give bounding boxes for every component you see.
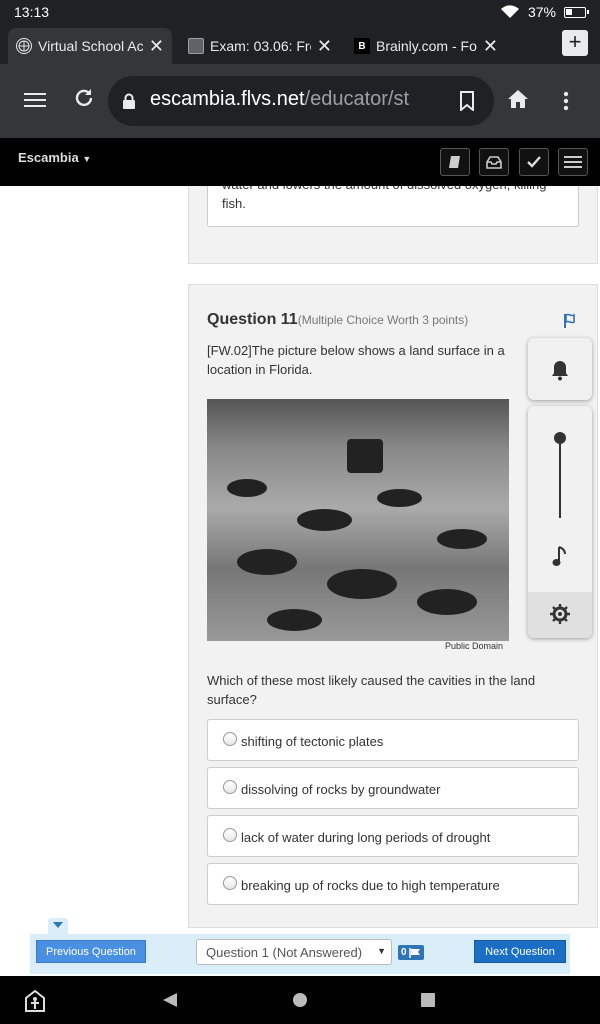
accessibility-icon[interactable] bbox=[24, 990, 46, 1012]
answer-option[interactable]: Nitrates increase the amount of organic … bbox=[207, 186, 579, 227]
site-nav: Escambia ▼ bbox=[0, 138, 600, 186]
gear-icon bbox=[550, 604, 570, 624]
status-indicators: 37% bbox=[500, 4, 589, 20]
collapse-toggle[interactable] bbox=[48, 918, 68, 934]
tab-exam[interactable]: Exam: 03.06: Fre ✕ bbox=[180, 28, 340, 64]
radio-button[interactable] bbox=[223, 828, 237, 842]
question-prompt: Which of these most likely caused the ca… bbox=[207, 673, 536, 707]
home-icon[interactable] bbox=[507, 88, 529, 117]
back-icon[interactable] bbox=[162, 992, 178, 1008]
brand-label: Escambia bbox=[18, 150, 79, 165]
option-label: dissolving of rocks by groundwater bbox=[241, 782, 441, 797]
volume-panel bbox=[528, 338, 592, 638]
previous-question-card: Nitrates increase the amount of organic … bbox=[188, 186, 598, 264]
new-tab-button[interactable]: + bbox=[562, 30, 588, 56]
address-bar[interactable]: escambia.flvs.net/educator/st bbox=[108, 76, 494, 126]
close-tab-icon[interactable]: ✕ bbox=[317, 36, 332, 57]
option-label: Nitrates increase the amount of organic … bbox=[222, 186, 546, 211]
status-bar: 13:13 37% bbox=[0, 0, 600, 24]
close-tab-icon[interactable]: ✕ bbox=[149, 36, 164, 57]
radio-button[interactable] bbox=[223, 780, 237, 794]
option-label: lack of water during long periods of dro… bbox=[241, 830, 491, 845]
check-button[interactable] bbox=[519, 148, 549, 176]
tab-title: Virtual School Ac bbox=[38, 38, 143, 54]
tab-title: Brainly.com - For bbox=[376, 38, 477, 54]
radio-button[interactable] bbox=[223, 732, 237, 746]
flag-icon[interactable] bbox=[563, 313, 579, 334]
answer-option[interactable]: dissolving of rocks by groundwater bbox=[207, 767, 579, 809]
flag-icon bbox=[408, 947, 420, 958]
more-options-icon[interactable] bbox=[563, 90, 569, 118]
recents-icon[interactable] bbox=[420, 992, 436, 1008]
reload-icon[interactable] bbox=[72, 86, 96, 117]
browser-tab-strip: Virtual School Ac ✕ Exam: 03.06: Fre ✕ B… bbox=[0, 24, 600, 64]
answer-option[interactable]: shifting of tectonic plates bbox=[207, 719, 579, 761]
flag-count-badge[interactable]: 0 bbox=[398, 945, 424, 960]
next-question-button[interactable]: Next Question bbox=[474, 940, 566, 963]
question-text: [FW.02]The picture below shows a land su… bbox=[207, 343, 505, 377]
hamburger-menu-button[interactable] bbox=[558, 148, 588, 176]
option-label: breaking up of rocks due to high tempera… bbox=[241, 878, 500, 893]
bell-icon bbox=[552, 361, 568, 381]
tab-title: Exam: 03.06: Fre bbox=[210, 38, 311, 54]
battery-percent: 37% bbox=[527, 4, 556, 20]
wifi-icon bbox=[500, 5, 519, 19]
battery-icon bbox=[564, 6, 589, 18]
volume-slider-track[interactable] bbox=[559, 436, 561, 518]
flag-count: 0 bbox=[401, 947, 407, 958]
brainly-icon: B bbox=[354, 38, 370, 54]
answer-option[interactable]: breaking up of rocks due to high tempera… bbox=[207, 863, 579, 905]
image-credit: Public Domain bbox=[445, 641, 504, 651]
question-worth: (Multiple Choice Worth 3 points) bbox=[297, 313, 469, 327]
check-icon bbox=[527, 156, 541, 168]
book-icon bbox=[449, 156, 460, 168]
home-circle-icon[interactable] bbox=[292, 992, 308, 1008]
settings-button[interactable] bbox=[528, 592, 592, 638]
inbox-icon bbox=[486, 156, 502, 169]
volume-slider-panel bbox=[528, 406, 592, 638]
globe-icon bbox=[16, 38, 32, 54]
url-text: escambia.flvs.net/educator/st bbox=[150, 88, 409, 111]
volume-slider-handle[interactable] bbox=[554, 432, 566, 444]
inbox-button[interactable] bbox=[479, 148, 509, 176]
page-icon bbox=[188, 38, 204, 54]
tab-brainly[interactable]: B Brainly.com - For ✕ bbox=[346, 28, 506, 64]
answer-option[interactable]: lack of water during long periods of dro… bbox=[207, 815, 579, 857]
question-select-value: Question 1 (Not Answered) bbox=[206, 945, 363, 960]
url-path: /educator/st bbox=[304, 88, 410, 110]
hamburger-icon bbox=[564, 156, 582, 168]
question-select[interactable]: Question 1 (Not Answered) ▼ bbox=[196, 939, 392, 965]
caret-down-icon: ▼ bbox=[377, 946, 386, 956]
previous-question-button[interactable]: Previous Question bbox=[36, 940, 146, 963]
url-domain: escambia.flvs.net bbox=[150, 88, 305, 110]
bookmark-icon[interactable] bbox=[460, 90, 474, 118]
tab-virtual-school[interactable]: Virtual School Ac ✕ bbox=[8, 28, 172, 64]
status-time: 13:13 bbox=[14, 4, 50, 20]
music-note-icon bbox=[552, 546, 566, 566]
question-title: Question 11(Multiple Choice Worth 3 poin… bbox=[207, 311, 468, 329]
page-content: Nitrates increase the amount of organic … bbox=[0, 186, 600, 976]
book-button[interactable] bbox=[440, 148, 470, 176]
browser-toolbar: escambia.flvs.net/educator/st bbox=[0, 64, 600, 138]
lock-icon bbox=[122, 93, 136, 114]
close-tab-icon[interactable]: ✕ bbox=[483, 36, 498, 57]
ringer-button[interactable] bbox=[528, 338, 592, 400]
option-label: shifting of tectonic plates bbox=[241, 734, 384, 749]
brand-dropdown[interactable]: Escambia ▼ bbox=[18, 150, 91, 165]
chevron-down-icon bbox=[53, 922, 63, 928]
question-nav-bar: Previous Question Question 1 (Not Answer… bbox=[30, 934, 570, 974]
android-nav-bar bbox=[0, 976, 600, 1024]
radio-button[interactable] bbox=[223, 876, 237, 890]
caret-down-icon: ▼ bbox=[82, 154, 92, 164]
question-number: Question 11 bbox=[207, 311, 298, 328]
menu-icon[interactable] bbox=[24, 88, 46, 116]
land-surface-image bbox=[207, 399, 509, 641]
